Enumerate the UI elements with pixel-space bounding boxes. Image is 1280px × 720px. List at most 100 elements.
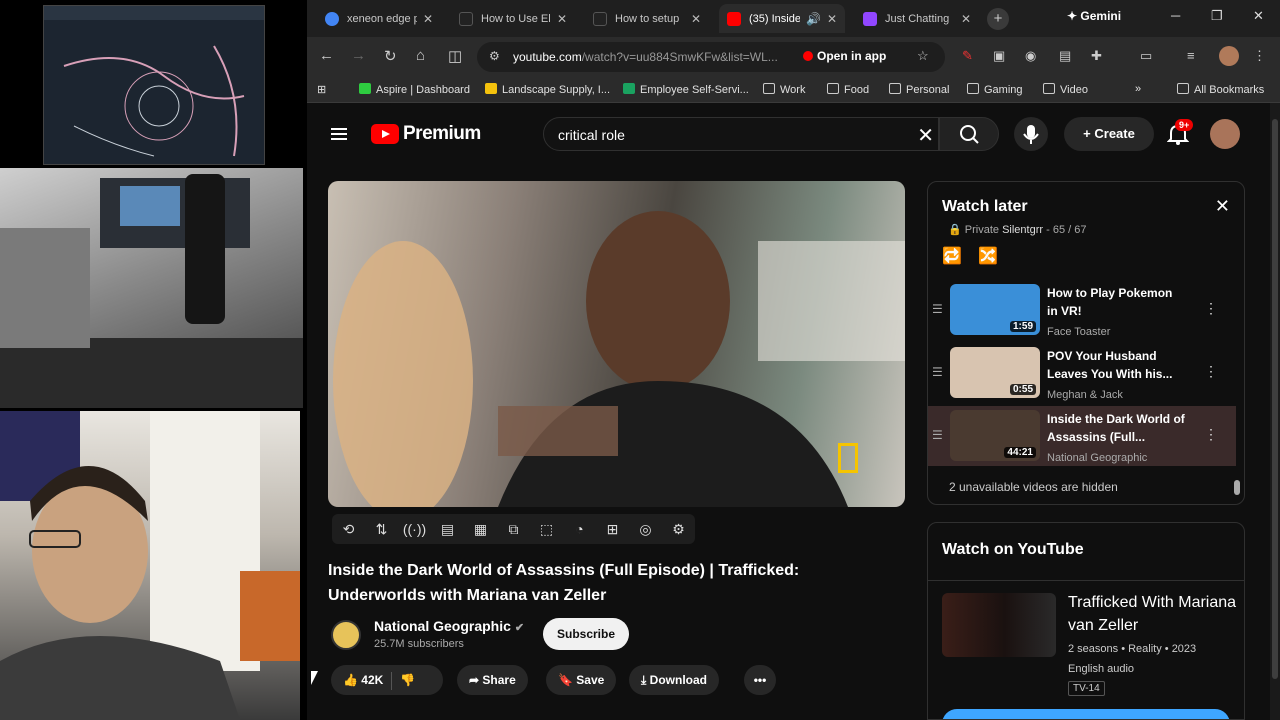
channel-name[interactable]: National Geographic ✔ xyxy=(374,618,524,634)
menu-icon[interactable]: ⋮ xyxy=(1253,48,1266,64)
page-scrollbar-thumb[interactable] xyxy=(1272,119,1278,679)
maximize-button[interactable]: ❐ xyxy=(1211,8,1223,24)
close-icon[interactable]: ✕ xyxy=(961,12,971,26)
bookmark-label: Video xyxy=(1060,84,1088,96)
tab-youtube-active[interactable]: (35) Inside 🔊 ✕ xyxy=(719,4,845,33)
apps-icon[interactable]: ⊞ xyxy=(317,83,326,96)
close-icon[interactable]: ✕ xyxy=(827,12,837,26)
share-button[interactable]: ➦ Share xyxy=(457,665,528,695)
more-vertical-icon[interactable]: ⋮ xyxy=(1204,363,1218,380)
media-icon[interactable]: ▭ xyxy=(1140,48,1152,64)
audio-icon[interactable]: ((·)) xyxy=(398,521,431,537)
bookmark-aspire[interactable]: Aspire | Dashboard xyxy=(359,83,470,96)
video-thumbnail[interactable]: 0:55 xyxy=(950,347,1040,398)
tab-xeneon[interactable]: xeneon edge p ✕ xyxy=(317,4,441,33)
close-icon[interactable]: ✕ xyxy=(557,12,567,26)
scrollbar-thumb[interactable] xyxy=(1234,480,1240,495)
video-thumbnail[interactable]: 1:59 xyxy=(950,284,1040,335)
tab-just-chatting[interactable]: Just Chatting ✕ xyxy=(855,4,979,33)
download-button[interactable]: ⤓ Download xyxy=(629,665,719,695)
bookmark-video[interactable]: Video xyxy=(1043,83,1088,96)
new-tab-button[interactable]: + xyxy=(987,8,1009,30)
shuffle-icon[interactable]: 🔀 xyxy=(978,246,998,266)
menu-icon[interactable] xyxy=(331,125,347,143)
playlist-scrollbar[interactable] xyxy=(1234,280,1240,500)
account-avatar[interactable] xyxy=(1210,119,1240,149)
all-bookmarks[interactable]: All Bookmarks xyxy=(1177,83,1264,96)
forward-button[interactable]: → xyxy=(351,47,366,64)
search-button[interactable] xyxy=(939,117,999,151)
more-actions-button[interactable]: ••• xyxy=(744,665,776,695)
add-icon[interactable]: ⊞ xyxy=(596,521,629,538)
star-icon[interactable]: ☆ xyxy=(917,48,929,64)
bookmark-work[interactable]: Work xyxy=(763,83,805,96)
site-info-icon[interactable]: ⚙ xyxy=(489,49,500,63)
extension-icon[interactable]: ▤ xyxy=(1059,48,1071,64)
bookmark-landscape[interactable]: Landscape Supply, I... xyxy=(485,83,610,96)
drag-handle-icon[interactable]: ☰ xyxy=(932,302,943,316)
minimize-button[interactable]: ─ xyxy=(1171,8,1180,23)
close-icon[interactable]: ✕ xyxy=(423,12,433,26)
settings-icon[interactable]: ⚙ xyxy=(662,521,695,538)
show-poster[interactable] xyxy=(942,593,1056,657)
playlist-item-current[interactable]: ☰ 44:21 Inside the Dark World of Assassi… xyxy=(928,406,1236,466)
speaker-icon[interactable]: 🔊 xyxy=(806,12,821,26)
bookmark-food[interactable]: Food xyxy=(827,83,869,96)
channel-avatar[interactable] xyxy=(331,620,361,650)
drag-handle-icon[interactable]: ☰ xyxy=(932,365,943,379)
reload-button[interactable]: ↻ xyxy=(384,47,397,65)
playlist-icon[interactable]: ≡ xyxy=(1187,48,1195,63)
split-view-icon[interactable]: ◫ xyxy=(448,47,462,65)
puzzle-icon[interactable]: ✚ xyxy=(1091,48,1102,64)
playlist-item[interactable]: ☰ 0:55 POV Your Husband Leaves You With … xyxy=(928,343,1236,403)
bookmark-personal[interactable]: Personal xyxy=(889,83,949,96)
watch-on-heading: Watch on YouTube xyxy=(942,541,1084,558)
video-player[interactable] xyxy=(328,181,905,507)
page-scrollbar[interactable] xyxy=(1270,103,1280,720)
extension-icon[interactable]: ◉ xyxy=(1025,48,1036,64)
watch-button[interactable] xyxy=(942,709,1230,719)
sort-icon[interactable]: ⇅ xyxy=(365,521,398,538)
gemini-button[interactable]: ✦ Gemini xyxy=(1067,9,1121,23)
close-icon[interactable]: ✕ xyxy=(1215,196,1230,217)
close-window-button[interactable]: ✕ xyxy=(1253,8,1264,24)
like-button[interactable]: 👍 42K xyxy=(343,673,383,687)
more-vertical-icon[interactable]: ⋮ xyxy=(1204,426,1218,443)
save-button[interactable]: 🔖 Save xyxy=(546,665,617,695)
profile-avatar[interactable] xyxy=(1219,46,1239,66)
tab-how-to-setup[interactable]: How to setup ✕ xyxy=(585,4,709,33)
more-bookmarks-icon[interactable]: » xyxy=(1135,83,1141,95)
loop-icon[interactable]: ⟲ xyxy=(332,521,365,538)
popout-icon[interactable]: ⧉ xyxy=(497,521,530,538)
bookmark-employee[interactable]: Employee Self-Servi... xyxy=(623,83,749,96)
extension-icon[interactable]: ▣ xyxy=(993,48,1005,64)
loop-icon[interactable]: 🔁 xyxy=(942,246,962,266)
video-thumbnail[interactable]: 44:21 xyxy=(950,410,1040,461)
more-vertical-icon[interactable]: ⋮ xyxy=(1204,300,1218,317)
search-input[interactable]: critical role ✕ xyxy=(543,117,939,151)
tab-how-to-use[interactable]: How to Use El ✕ xyxy=(451,4,575,33)
logo-text: Premium xyxy=(403,123,481,144)
mini-player-icon[interactable]: ⬚ xyxy=(530,521,563,538)
screenshot-icon[interactable]: ◎ xyxy=(629,521,662,538)
playlist-item[interactable]: ☰ 1:59 How to Play Pokemon in VR! Face T… xyxy=(928,280,1236,340)
create-button[interactable]: + Create xyxy=(1064,117,1154,151)
playlist-owner[interactable]: Silentgrr xyxy=(1002,224,1043,236)
close-icon[interactable]: ✕ xyxy=(691,12,701,26)
dislike-button[interactable]: 👎 xyxy=(400,673,415,687)
filter-icon[interactable]: ▤ xyxy=(431,521,464,538)
clear-icon[interactable]: ✕ xyxy=(917,123,934,148)
subscribe-button[interactable]: Subscribe xyxy=(543,618,629,650)
open-in-app-button[interactable]: Open in app xyxy=(803,49,886,63)
voice-search-button[interactable] xyxy=(1014,117,1048,151)
drag-handle-icon[interactable]: ☰ xyxy=(932,428,943,442)
speed-icon[interactable]: ◔ xyxy=(563,521,596,537)
extension-icon[interactable]: ✎ xyxy=(962,48,973,64)
show-title[interactable]: Trafficked With Mariana van Zeller xyxy=(1068,591,1238,637)
back-button[interactable]: ← xyxy=(319,47,334,64)
home-button[interactable]: ⌂ xyxy=(416,47,425,64)
bookmark-gaming[interactable]: Gaming xyxy=(967,83,1023,96)
landscape-icon xyxy=(485,83,497,94)
cinema-icon[interactable]: ▦ xyxy=(464,521,497,538)
youtube-logo[interactable]: Premium xyxy=(371,123,481,145)
